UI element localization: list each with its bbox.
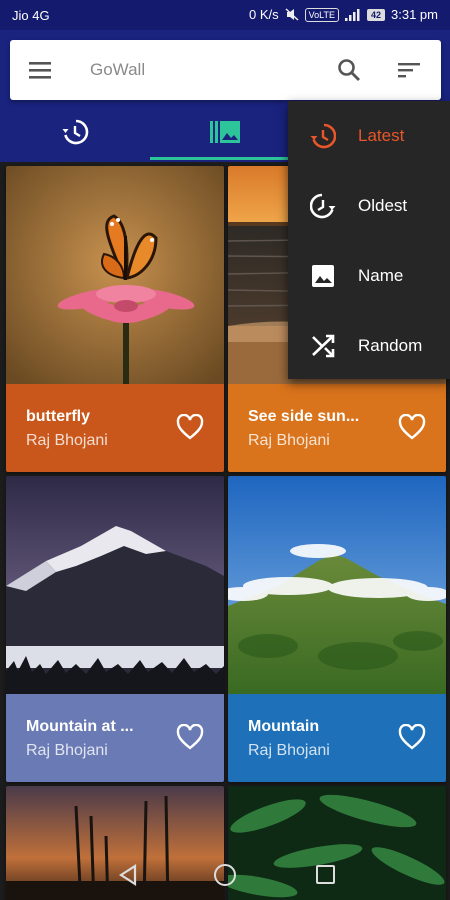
menu-icon[interactable] xyxy=(26,58,54,82)
wallpaper-author: Raj Bhojani xyxy=(248,432,330,449)
sort-option-name[interactable]: Name xyxy=(288,241,450,311)
sort-option-latest[interactable]: Latest xyxy=(288,101,450,171)
wallpaper-title: See side sun... xyxy=(248,408,360,425)
wallpaper-image xyxy=(228,476,446,694)
wallpaper-author: Raj Bhojani xyxy=(26,432,108,449)
wallpaper-image xyxy=(6,166,224,384)
gallery-icon xyxy=(210,121,240,143)
sort-option-label: Name xyxy=(358,266,404,285)
search-icon[interactable] xyxy=(336,57,362,83)
wallpaper-author: Raj Bhojani xyxy=(248,742,330,759)
history-icon xyxy=(62,119,89,145)
wallpaper-image xyxy=(6,476,224,694)
card-caption: Mountain at ... Raj Bhojani xyxy=(6,694,224,782)
sort-menu: Latest Oldest Name Random xyxy=(288,101,450,379)
shuffle-icon xyxy=(312,334,335,358)
carrier-label: Jio 4G xyxy=(12,8,50,23)
battery-indicator: 42 xyxy=(367,8,386,21)
active-tab-indicator xyxy=(150,157,300,160)
wallpaper-title: Mountain at ... xyxy=(26,718,134,735)
mute-icon xyxy=(285,8,299,21)
tab-latest[interactable] xyxy=(0,102,150,162)
clock-rewind-icon xyxy=(310,193,336,219)
app-title: GoWall xyxy=(90,60,146,79)
home-icon[interactable] xyxy=(214,864,236,886)
heart-icon[interactable] xyxy=(398,414,426,440)
image-icon xyxy=(312,265,334,287)
wallpaper-card[interactable]: butterfly Raj Bhojani xyxy=(6,166,224,472)
card-caption-bg: butterfly Raj Bhojani xyxy=(6,384,224,472)
sort-option-label: Random xyxy=(358,336,423,355)
heart-icon[interactable] xyxy=(176,724,204,750)
heart-icon[interactable] xyxy=(398,724,426,750)
status-right: 0 K/s VoLTE 42 3:31 pm xyxy=(249,7,438,22)
sort-option-label: Oldest xyxy=(358,196,408,215)
heart-icon[interactable] xyxy=(176,414,204,440)
card-caption: Mountain Raj Bhojani xyxy=(228,694,446,782)
sort-option-label: Latest xyxy=(358,126,405,145)
back-icon[interactable] xyxy=(117,863,139,887)
signal-icon xyxy=(345,8,360,21)
clock: 3:31 pm xyxy=(391,7,438,22)
wallpaper-title: Mountain xyxy=(248,718,320,735)
search-bar[interactable]: GoWall xyxy=(10,40,441,100)
wallpaper-title: butterfly xyxy=(26,408,90,425)
status-bar: Jio 4G 0 K/s VoLTE 42 3:31 pm xyxy=(0,0,450,30)
recent-apps-icon[interactable] xyxy=(316,865,335,884)
wallpaper-author: Raj Bhojani xyxy=(26,742,108,759)
system-nav-bar xyxy=(0,850,450,900)
network-speed: 0 K/s xyxy=(249,7,279,22)
card-caption: See side sun... Raj Bhojani xyxy=(228,384,446,472)
tab-gallery[interactable] xyxy=(150,102,300,162)
sort-option-random[interactable]: Random xyxy=(288,311,450,381)
wallpaper-card[interactable]: Mountain at ... Raj Bhojani xyxy=(6,476,224,782)
volte-badge: VoLTE xyxy=(304,7,339,22)
sort-icon[interactable] xyxy=(396,57,422,83)
wallpaper-card[interactable]: Mountain Raj Bhojani xyxy=(228,476,446,782)
history-icon xyxy=(310,123,336,149)
sort-option-oldest[interactable]: Oldest xyxy=(288,171,450,241)
